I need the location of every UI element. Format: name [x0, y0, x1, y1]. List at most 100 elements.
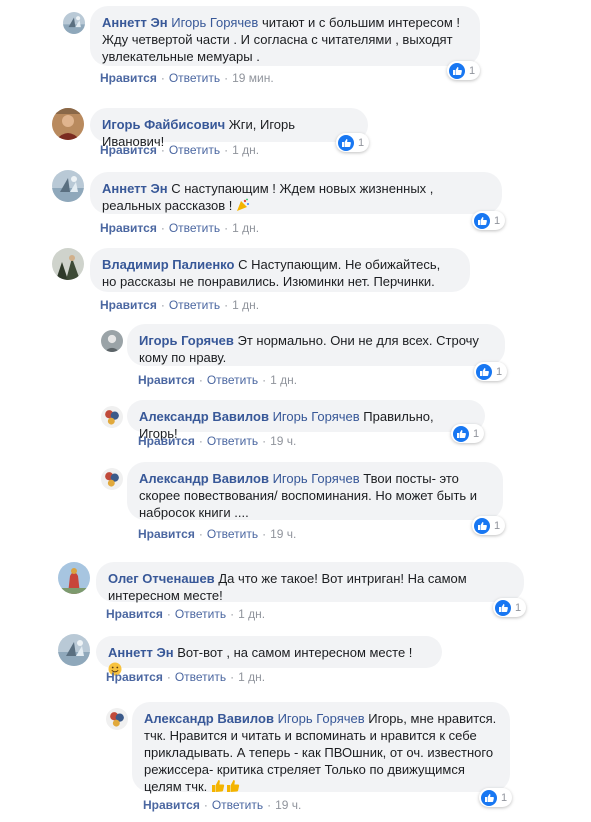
- like-link[interactable]: Нравится: [106, 670, 163, 684]
- avatar[interactable]: [101, 468, 123, 490]
- comment-bubble: Олег Отченашев Да что же такое! Вот интр…: [96, 562, 524, 603]
- reaction-badge[interactable]: 1: [472, 211, 506, 230]
- reply-link[interactable]: Ответить: [169, 298, 220, 312]
- comment-author[interactable]: Игорь Горячев: [139, 333, 234, 348]
- like-link[interactable]: Нравится: [100, 298, 157, 312]
- like-reaction-icon: [474, 212, 490, 229]
- reply-link[interactable]: Ответить: [175, 607, 226, 621]
- reaction-count: 1: [494, 519, 501, 532]
- like-link[interactable]: Нравится: [143, 798, 200, 812]
- like-reaction-icon: [476, 363, 492, 380]
- comment-time[interactable]: 1 дн.: [232, 221, 259, 235]
- avatar[interactable]: [52, 248, 84, 280]
- mention-tag[interactable]: Игорь Горячев: [278, 711, 365, 726]
- comment-bubble: Аннетт Эн Вот-вот , на самом интересном …: [96, 636, 442, 676]
- comment-bubble: Игорь Горячев Эт нормально. Они не для в…: [127, 324, 505, 366]
- reply-link[interactable]: Ответить: [207, 434, 258, 448]
- reaction-badge[interactable]: 1: [447, 61, 481, 80]
- comment-time[interactable]: 1 дн.: [270, 373, 297, 387]
- avatar[interactable]: [106, 708, 128, 730]
- mention-tag[interactable]: Игорь Горячев: [171, 15, 258, 30]
- comment-author[interactable]: Александр Вавилов: [139, 471, 269, 486]
- avatar[interactable]: [58, 562, 90, 594]
- reaction-count: 1: [515, 601, 522, 614]
- avatar[interactable]: [52, 108, 84, 140]
- comment-actions: Нравится · Ответить · 19 ч.: [143, 798, 302, 812]
- comment-author[interactable]: Игорь Файбисович: [102, 117, 225, 132]
- comment-time[interactable]: 1 дн.: [232, 143, 259, 157]
- reaction-count: 1: [469, 64, 476, 77]
- like-reaction-icon: [481, 789, 497, 806]
- comment-bubble: Александр Вавилов Игорь Горячев Правильн…: [127, 400, 485, 441]
- comment-author[interactable]: Аннетт Эн: [102, 15, 168, 30]
- comment-time[interactable]: 19 ч.: [275, 798, 301, 812]
- comment-bubble: Александр Вавилов Игорь Горячев Твои пос…: [127, 462, 503, 520]
- comment-actions: Нравится · Ответить · 1 дн.: [138, 373, 298, 387]
- comment-time[interactable]: 1 дн.: [232, 298, 259, 312]
- avatar[interactable]: [63, 12, 85, 34]
- comment-bubble: Александр Вавилов Игорь Горячев Игорь, м…: [132, 702, 510, 794]
- like-link[interactable]: Нравится: [138, 373, 195, 387]
- like-link[interactable]: Нравится: [100, 143, 157, 157]
- reply-link[interactable]: Ответить: [207, 527, 258, 541]
- party-popper-icon: [236, 198, 250, 216]
- reaction-badge[interactable]: 1: [479, 788, 513, 807]
- like-reaction-icon: [495, 599, 511, 616]
- reaction-badge[interactable]: 1: [472, 516, 506, 535]
- reply-link[interactable]: Ответить: [169, 71, 220, 85]
- comment-time[interactable]: 1 дн.: [238, 607, 265, 621]
- like-reaction-icon: [474, 517, 490, 534]
- reaction-badge[interactable]: 1: [336, 133, 370, 152]
- mention-tag[interactable]: Игорь Горячев: [273, 409, 360, 424]
- reaction-count: 1: [501, 791, 508, 804]
- mention-tag[interactable]: Игорь Горячев: [273, 471, 360, 486]
- comment-author[interactable]: Владимир Палиенко: [102, 257, 234, 272]
- comment-actions: Нравится · Ответить · 1 дн.: [100, 143, 260, 157]
- like-reaction-icon: [338, 134, 354, 151]
- comment-actions: Нравится · Ответить · 19 ч.: [138, 434, 297, 448]
- like-link[interactable]: Нравится: [100, 221, 157, 235]
- reaction-badge[interactable]: 1: [451, 424, 485, 443]
- reply-link[interactable]: Ответить: [169, 143, 220, 157]
- comment-actions: Нравится · Ответить · 19 мин.: [100, 71, 274, 85]
- avatar[interactable]: [101, 406, 123, 428]
- comment-bubble: Владимир Палиенко С Наступающим. Не обиж…: [90, 248, 470, 292]
- avatar[interactable]: [58, 634, 90, 666]
- reply-link[interactable]: Ответить: [175, 670, 226, 684]
- reply-link[interactable]: Ответить: [169, 221, 220, 235]
- avatar[interactable]: [52, 170, 84, 202]
- comment-bubble: Аннетт Эн С наступающим ! Ждем новых жиз…: [90, 172, 502, 214]
- avatar[interactable]: [101, 330, 123, 352]
- like-link[interactable]: Нравится: [100, 71, 157, 85]
- thumbs-up-emoji-icon: [211, 779, 241, 797]
- reaction-count: 1: [473, 427, 480, 440]
- comment-actions: Нравится · Ответить · 19 ч.: [138, 527, 297, 541]
- comment-text: Вот-вот , на самом интересном месте !: [177, 645, 413, 660]
- comment-actions: Нравится · Ответить · 1 дн.: [100, 221, 260, 235]
- reply-link[interactable]: Ответить: [212, 798, 263, 812]
- comment-bubble: Игорь Файбисович Жги, Игорь Иванович!: [90, 108, 368, 149]
- reaction-count: 1: [494, 214, 501, 227]
- like-link[interactable]: Нравится: [138, 527, 195, 541]
- reaction-badge[interactable]: 1: [493, 598, 527, 617]
- comment-author[interactable]: Аннетт Эн: [108, 645, 174, 660]
- comment-bubble: Аннетт Эн Игорь Горячев читают и с больш…: [90, 6, 480, 66]
- comment-time[interactable]: 19 ч.: [270, 527, 296, 541]
- comment-actions: Нравится · Ответить · 1 дн.: [106, 670, 266, 684]
- comment-author[interactable]: Александр Вавилов: [144, 711, 274, 726]
- comment-time[interactable]: 19 мин.: [232, 71, 274, 85]
- reaction-badge[interactable]: 1: [474, 362, 508, 381]
- comment-author[interactable]: Александр Вавилов: [139, 409, 269, 424]
- like-link[interactable]: Нравится: [138, 434, 195, 448]
- like-reaction-icon: [453, 425, 469, 442]
- like-reaction-icon: [449, 62, 465, 79]
- reaction-count: 1: [496, 365, 503, 378]
- like-link[interactable]: Нравится: [106, 607, 163, 621]
- comment-time[interactable]: 19 ч.: [270, 434, 296, 448]
- comment-author[interactable]: Аннетт Эн: [102, 181, 168, 196]
- reaction-count: 1: [358, 136, 365, 149]
- reply-link[interactable]: Ответить: [207, 373, 258, 387]
- comment-actions: Нравится · Ответить · 1 дн.: [100, 298, 260, 312]
- comment-time[interactable]: 1 дн.: [238, 670, 265, 684]
- comment-author[interactable]: Олег Отченашев: [108, 571, 215, 586]
